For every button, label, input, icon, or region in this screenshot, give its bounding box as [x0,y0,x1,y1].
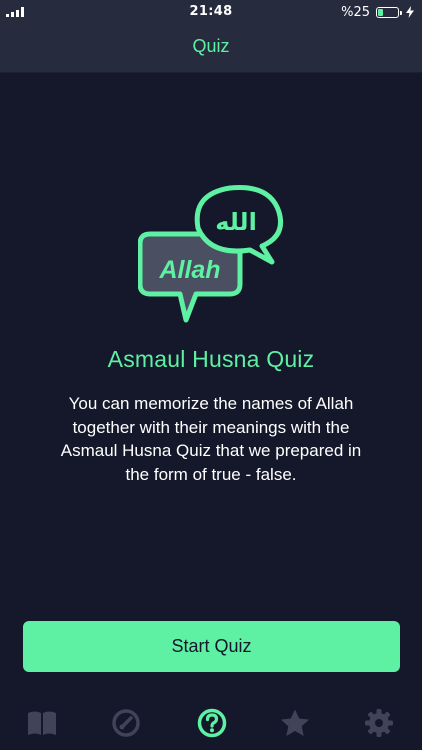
quiz-description: You can memorize the names of Allah toge… [60,394,362,484]
charging-icon [406,6,414,18]
tab-favorites[interactable] [280,708,310,738]
quiz-screen: 21:48 %25 Quiz Allah الله Asmaul Husna Q… [0,0,422,750]
header: Quiz [0,24,422,73]
tab-quiz[interactable] [197,708,227,738]
arabic-allah-text: الله [215,208,257,236]
tab-settings[interactable] [364,708,394,738]
question-icon [197,708,227,738]
tab-book[interactable] [27,708,57,738]
battery-icon [376,6,402,18]
page-title: Quiz [192,36,230,56]
battery-level [378,8,383,16]
book-icon [28,711,56,735]
chat-bubbles-illustration: Allah الله [138,185,284,323]
latin-allah-text: Allah [158,256,220,284]
start-quiz-button[interactable]: Start Quiz [23,621,400,672]
quiz-title: Asmaul Husna Quiz [107,346,315,372]
battery-percent: %25 [341,4,370,20]
tab-dhikr-counter[interactable] [111,708,141,738]
status-right: %25 [341,4,414,20]
status-bar: 21:48 %25 [0,0,422,24]
tab-bar [0,694,422,750]
gear-icon [365,709,393,737]
dhikr-counter-icon [112,709,140,737]
star-icon [281,709,309,736]
